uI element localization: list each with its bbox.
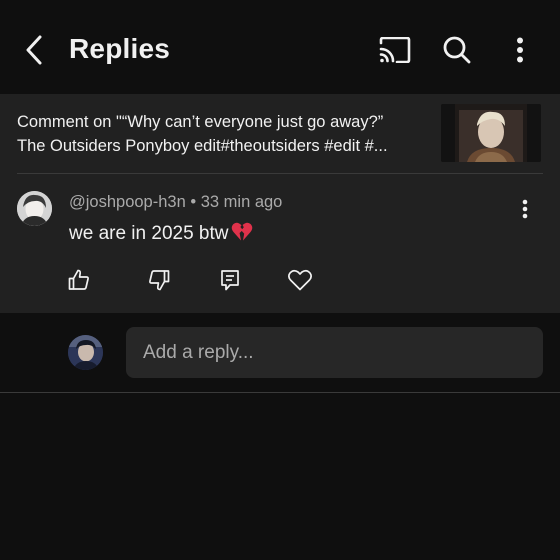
reply-icon [221,270,239,291]
more-vertical-icon [522,199,528,219]
comment-body: we are in 2025 btw [69,222,253,245]
more-vertical-icon [517,37,523,63]
current-user-avatar-image [68,335,103,370]
reply-input[interactable] [126,327,543,378]
cast-icon [379,37,411,63]
thumbs-up-icon [68,269,89,290]
video-thumbnail-image [441,104,541,162]
page-title: Replies [69,33,170,64]
heart-button[interactable] [284,264,316,296]
reply-button[interactable] [214,264,246,296]
context-line-2: The Outsiders Ponyboy edit#theoutsiders … [17,137,388,155]
search-button[interactable] [437,30,477,70]
search-icon [443,36,471,64]
video-thumbnail[interactable] [441,104,541,162]
video-context-text: Comment on "“Why can’t everyone just go … [17,110,437,158]
avatar[interactable] [17,191,52,226]
comment-author[interactable]: @joshpoop-h3n [69,193,186,211]
top-app-bar: Replies [0,0,560,94]
context-line-1: Comment on "“Why can’t everyone just go … [17,113,384,131]
back-button[interactable] [16,30,52,70]
chevron-left-icon [26,35,42,65]
meta-separator: • [190,193,197,211]
dislike-button[interactable] [143,264,175,296]
broken-heart-icon [231,222,252,241]
comment-more-button[interactable] [510,194,540,224]
composer-divider [0,392,560,393]
heart-icon [288,269,312,291]
comment-meta: @joshpoop-h3n • 33 min ago [69,193,282,212]
cast-button[interactable] [375,30,415,70]
current-user-avatar[interactable] [68,335,103,370]
comment-text: we are in 2025 btw [69,223,229,244]
more-options-button[interactable] [500,30,540,70]
thumbs-down-icon [149,270,170,291]
user-avatar-image [17,191,52,226]
comment-time: 33 min ago [200,193,283,211]
like-button[interactable] [63,264,95,296]
